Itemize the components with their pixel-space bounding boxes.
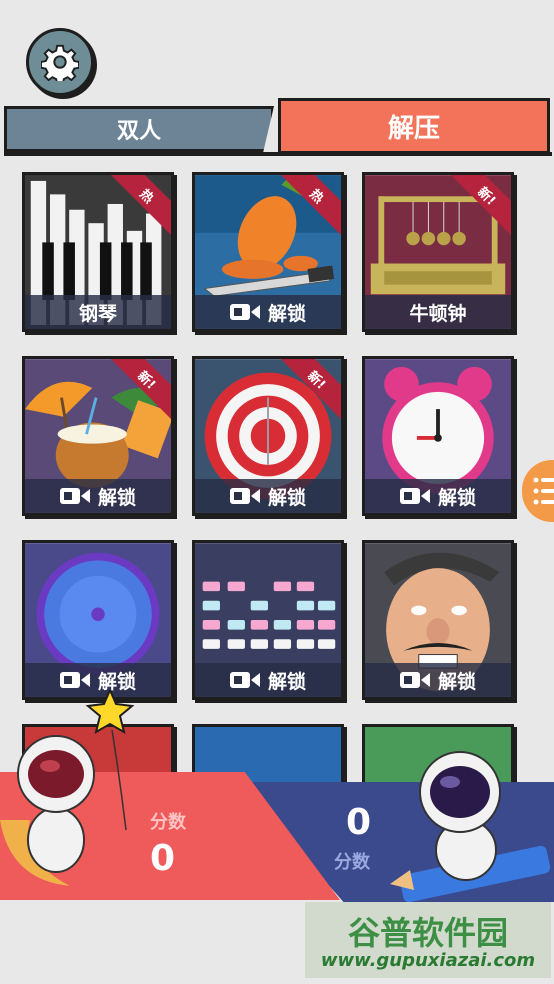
player2-score: 0 bbox=[346, 802, 372, 843]
gear-icon bbox=[41, 44, 79, 81]
player1-score: 0 bbox=[150, 838, 176, 879]
tile-label: 牛顿钟 bbox=[409, 302, 467, 325]
astronaut-right-illustration bbox=[390, 751, 551, 903]
unlock-bar[interactable]: 解锁 bbox=[195, 295, 341, 329]
video-camera-icon bbox=[399, 672, 430, 688]
game-tile-newton-cradle[interactable]: 新! 牛顿钟 bbox=[362, 172, 514, 332]
unlock-label: 解锁 bbox=[267, 302, 306, 325]
mode-tabs: 双人 解压 bbox=[0, 96, 554, 160]
settings-button[interactable] bbox=[26, 28, 94, 96]
unlock-bar[interactable]: 解锁 bbox=[195, 479, 341, 513]
video-camera-icon bbox=[59, 488, 90, 504]
game-tile-target[interactable]: 新! 解锁 bbox=[192, 356, 344, 516]
unlock-label: 解锁 bbox=[437, 670, 476, 693]
unlock-bar[interactable]: 解锁 bbox=[365, 479, 511, 513]
video-camera-icon bbox=[399, 488, 430, 504]
unlock-bar[interactable]: 解锁 bbox=[365, 663, 511, 697]
unlock-bar[interactable]: 解锁 bbox=[195, 663, 341, 697]
list-menu-icon bbox=[533, 477, 554, 505]
tab-two-player[interactable]: 双人 bbox=[4, 106, 274, 152]
game-tile-piano[interactable]: 热 钢琴 bbox=[22, 172, 174, 332]
unlock-label: 解锁 bbox=[267, 486, 306, 509]
tile-label-bar: 钢琴 bbox=[25, 295, 171, 329]
site-watermark: 谷普软件园 www.gupuxiazai.com bbox=[305, 902, 551, 978]
watermark-title: 谷普软件园 bbox=[347, 914, 508, 952]
unlock-bar[interactable]: 解锁 bbox=[25, 479, 171, 513]
player2-score-label: 分数 bbox=[334, 852, 370, 873]
watermark-url: www.gupuxiazai.com bbox=[320, 950, 536, 971]
astronaut-left-illustration bbox=[0, 690, 135, 886]
game-tile-coconut[interactable]: 新! 解锁 bbox=[22, 356, 174, 516]
unlock-label: 解锁 bbox=[267, 670, 306, 693]
player1-score-label: 分数 bbox=[150, 812, 186, 833]
game-tile-alarm-clock[interactable]: 解锁 bbox=[362, 356, 514, 516]
video-camera-icon bbox=[229, 672, 260, 688]
unlock-label: 解锁 bbox=[437, 486, 476, 509]
side-menu-button[interactable] bbox=[522, 460, 554, 522]
game-tile-spin-wheel[interactable]: 解锁 bbox=[22, 540, 174, 700]
video-camera-icon bbox=[229, 304, 260, 320]
game-tile-equalizer[interactable]: 解锁 bbox=[192, 540, 344, 700]
game-tile-angry-man[interactable]: 解锁 bbox=[362, 540, 514, 700]
tile-label-bar: 牛顿钟 bbox=[365, 295, 511, 329]
video-camera-icon bbox=[59, 672, 90, 688]
game-tile-carrot[interactable]: 热 解锁 bbox=[192, 172, 344, 332]
tab-relax[interactable]: 解压 bbox=[278, 98, 550, 154]
tile-label: 钢琴 bbox=[78, 302, 117, 325]
unlock-label: 解锁 bbox=[97, 486, 136, 509]
video-camera-icon bbox=[229, 488, 260, 504]
